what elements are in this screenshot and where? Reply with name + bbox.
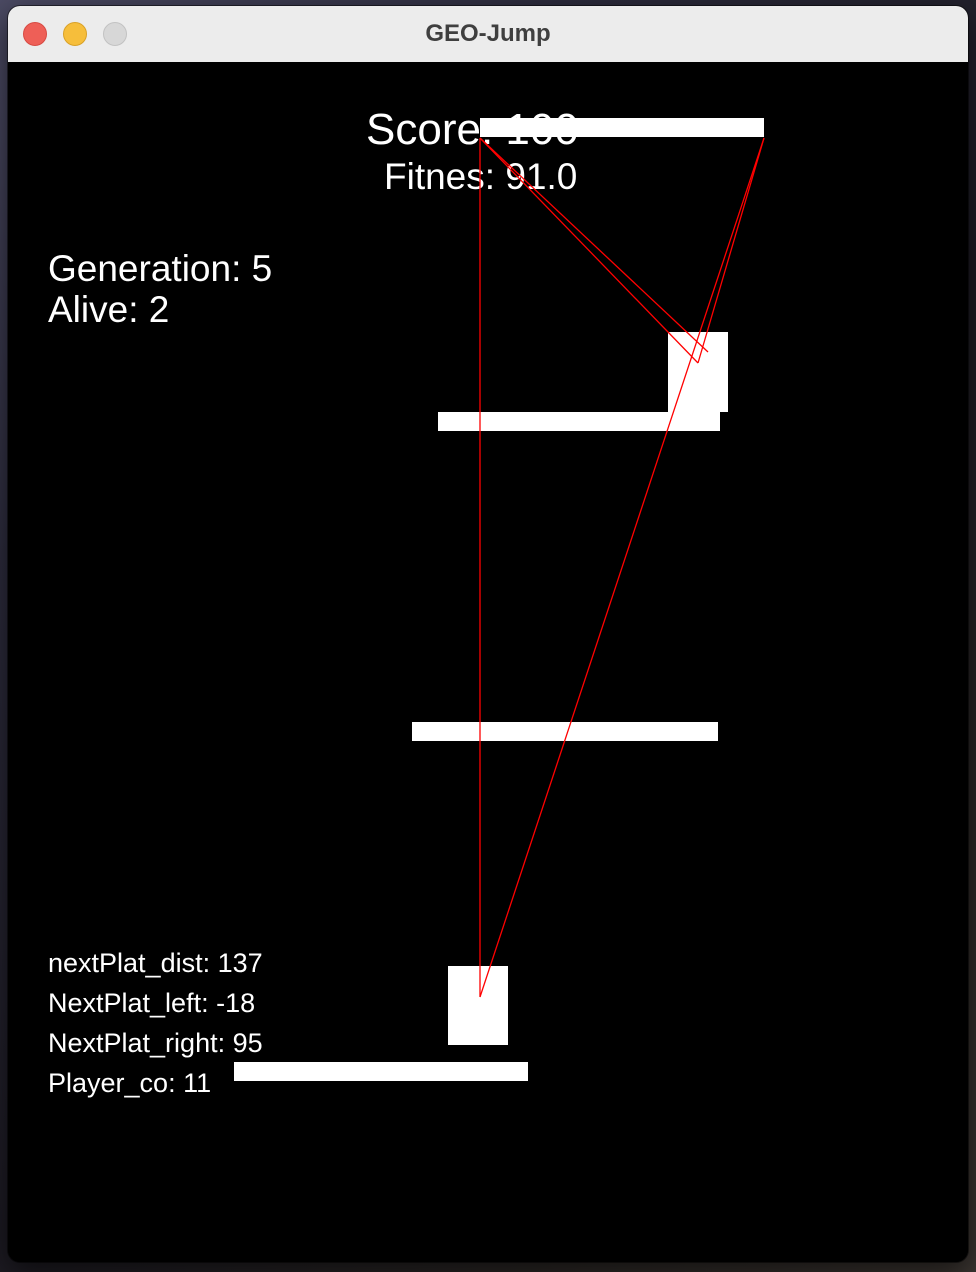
sensor-line <box>479 137 699 364</box>
sensor-line <box>479 137 709 353</box>
window-title: GEO-Jump <box>425 20 551 47</box>
sensor-line <box>479 137 765 998</box>
game-window: GEO-Jump Score: 100 Fitnes: 91.0 Generat… <box>8 6 968 1262</box>
game-canvas[interactable]: Score: 100 Fitnes: 91.0 Generation: 5 Al… <box>8 62 968 1262</box>
sensor-line <box>697 137 765 364</box>
sensor-lines <box>479 137 765 998</box>
title-bar[interactable]: GEO-Jump <box>8 6 968 63</box>
